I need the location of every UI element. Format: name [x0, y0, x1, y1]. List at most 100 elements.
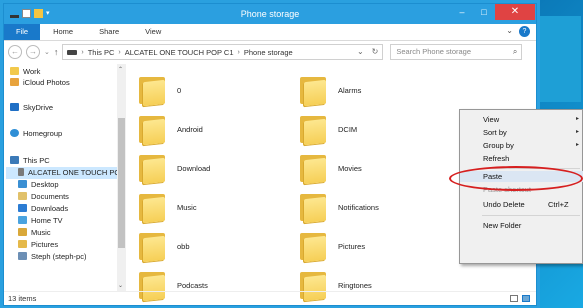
menu-item-label: Undo Delete [483, 200, 525, 209]
nav-item-pictures[interactable]: Pictures [18, 239, 130, 251]
large-icons-view-icon[interactable] [522, 295, 530, 302]
folder-icon [300, 75, 326, 107]
user-icon [18, 252, 27, 260]
tab-share[interactable]: Share [86, 24, 132, 40]
folder-icon [139, 75, 165, 107]
tab-file[interactable]: File [4, 24, 41, 40]
downloads-icon [18, 204, 27, 212]
breadcrumb-device[interactable]: ALCATEL ONE TOUCH POP C1 [125, 48, 234, 57]
file-label: Notifications [338, 202, 379, 212]
nav-item-label: Pictures [31, 240, 59, 249]
nav-item-alcatel[interactable]: ALCATEL ONE TOUCH POP C1 [6, 167, 118, 179]
folder-icon [10, 67, 19, 75]
forward-button[interactable]: → [26, 45, 40, 59]
file-item[interactable]: Music [139, 189, 289, 225]
folder-icon [300, 231, 326, 263]
menu-item-label: New Folder [483, 221, 522, 230]
title-bar[interactable]: ▾ Phone storage – □ ✕ [4, 4, 536, 24]
menu-item-label: Refresh [483, 154, 510, 163]
nav-item-this-pc[interactable]: This PC [10, 155, 122, 167]
nav-item-desktop[interactable]: Desktop [18, 179, 130, 191]
phone-icon [18, 168, 24, 176]
file-item[interactable]: Movies [300, 150, 450, 186]
file-item[interactable]: DCIM [300, 111, 450, 147]
menu-item-sort-by[interactable]: Sort by ▸ [460, 127, 583, 138]
help-icon[interactable]: ? [519, 26, 530, 37]
navigation-scrollbar[interactable]: ⌃ ⌄ [117, 64, 126, 291]
nav-item-music[interactable]: Music [18, 227, 130, 239]
file-label: Ringtones [338, 280, 372, 290]
nav-item-label: Desktop [31, 180, 59, 189]
menu-item-group-by[interactable]: Group by ▸ [460, 140, 583, 151]
maximize-button[interactable]: □ [473, 4, 495, 20]
file-item[interactable]: Notifications [300, 189, 450, 225]
menu-item-label: Sort by [483, 128, 507, 137]
file-item[interactable]: Android [139, 111, 289, 147]
status-bar: 13 items [4, 291, 536, 305]
navigation-pane: Work iCloud Photos SkyDrive Homegroup Th… [4, 64, 126, 291]
file-label: Movies [338, 163, 362, 173]
address-row: ← → ⌄ ↑ › This PC › ALCATEL ONE TOUCH PO… [4, 41, 536, 63]
up-button[interactable]: ↑ [54, 47, 59, 57]
search-icon[interactable]: ⌕ [513, 45, 517, 59]
folder-icon [300, 153, 326, 185]
nav-item-label: ALCATEL ONE TOUCH POP C1 [28, 168, 118, 177]
nav-item-label: Steph (steph-pc) [31, 252, 87, 261]
home-tv-icon [18, 216, 27, 224]
minimize-button[interactable]: – [451, 4, 473, 20]
recent-locations-button[interactable]: ⌄ [44, 48, 50, 56]
menu-item-view[interactable]: View ▸ [460, 114, 583, 125]
nav-item-documents[interactable]: Documents [18, 191, 130, 203]
file-item[interactable]: Alarms [300, 72, 450, 108]
search-input[interactable]: Search Phone storage ⌕ [390, 44, 523, 60]
documents-icon [18, 192, 27, 200]
nav-item-label: Music [31, 228, 51, 237]
menu-item-shortcut: Ctrl+Z [548, 200, 569, 209]
annotation-circle [449, 166, 583, 191]
back-button[interactable]: ← [8, 45, 22, 59]
menu-item-label: View [483, 115, 500, 124]
file-label: Pictures [338, 241, 366, 251]
file-label: 0 [177, 85, 182, 95]
menu-separator [482, 215, 580, 216]
nav-item-home-tv[interactable]: Home TV [18, 215, 130, 227]
ribbon-right-controls: ⌄ ? [506, 26, 530, 37]
menu-item-new-folder[interactable]: New Folder [460, 220, 583, 231]
file-item[interactable]: 0 [139, 72, 289, 108]
scrollbar-thumb[interactable] [118, 118, 125, 248]
nav-item-icloud-photos[interactable]: iCloud Photos [10, 77, 122, 89]
address-bar[interactable]: › This PC › ALCATEL ONE TOUCH POP C1 › P… [62, 44, 384, 60]
breadcrumb-phone-storage[interactable]: Phone storage [244, 48, 293, 57]
menu-item-undo-delete[interactable]: Undo Delete Ctrl+Z [460, 199, 583, 210]
ribbon-tabs: File Home Share View ⌄ ? [4, 24, 536, 41]
nav-item-steph[interactable]: Steph (steph-pc) [18, 251, 130, 263]
breadcrumb-this-pc[interactable]: This PC [88, 48, 115, 57]
details-view-icon[interactable] [510, 295, 518, 302]
expand-ribbon-icon[interactable]: ⌄ [506, 26, 513, 37]
refresh-icon[interactable]: ↻ [372, 47, 379, 56]
file-label: Android [177, 124, 203, 134]
tab-home[interactable]: Home [40, 24, 86, 40]
scroll-up-arrow-icon[interactable]: ⌃ [118, 66, 123, 73]
address-dropdown-icon[interactable]: ⌄ [357, 47, 364, 56]
file-label: Download [177, 163, 211, 173]
scroll-down-arrow-icon[interactable]: ⌄ [118, 282, 123, 289]
close-button[interactable]: ✕ [495, 4, 535, 20]
nav-item-skydrive[interactable]: SkyDrive [10, 102, 122, 114]
nav-item-homegroup[interactable]: Homegroup [10, 128, 122, 140]
file-item[interactable]: Download [139, 150, 289, 186]
menu-item-refresh[interactable]: Refresh [460, 153, 583, 164]
nav-item-downloads[interactable]: Downloads [18, 203, 130, 215]
breadcrumb-separator: › [118, 48, 121, 56]
nav-item-label: Documents [31, 192, 69, 201]
folder-icon [139, 114, 165, 146]
nav-item-label: Homegroup [23, 129, 63, 138]
explorer-window: ▾ Phone storage – □ ✕ File Home Share Vi… [3, 3, 537, 306]
file-item[interactable]: obb [139, 228, 289, 264]
icloud-photos-icon [10, 78, 19, 86]
breadcrumb-separator: › [81, 48, 84, 56]
tab-view[interactable]: View [132, 24, 174, 40]
pictures-icon [18, 240, 27, 248]
file-item[interactable]: Pictures [300, 228, 450, 264]
file-label: Music [177, 202, 197, 212]
